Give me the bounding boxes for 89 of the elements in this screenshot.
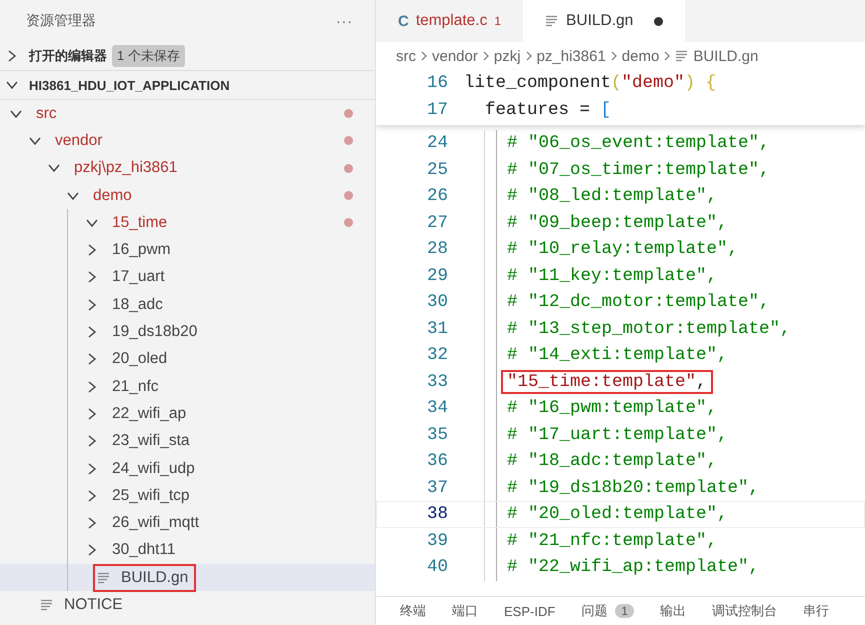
line-number: 24 — [426, 133, 449, 154]
folder-item[interactable]: 17_uart — [108, 265, 169, 290]
line-number: 17 — [426, 100, 449, 120]
chevron-right-icon — [524, 50, 533, 62]
c-file-icon: C — [398, 12, 409, 30]
line-number: 30 — [426, 292, 449, 312]
chevron-right-icon — [663, 50, 672, 62]
code-line: # "16_pwm:template", — [507, 398, 718, 418]
folder-item[interactable]: 19_ds18b20 — [108, 320, 202, 344]
problem-count: 1 — [615, 604, 634, 618]
file-item[interactable]: NOTICE — [60, 593, 127, 617]
folder-item[interactable]: 15_time — [108, 210, 172, 235]
code-line: lite_component("demo") { — [464, 73, 716, 94]
more-actions-button[interactable]: ··· — [336, 13, 353, 29]
breadcrumb-item[interactable]: src — [396, 48, 416, 64]
code-line: # "08_led:template", — [507, 186, 718, 206]
text-file-icon — [545, 14, 560, 28]
code-line: # "17_uart:template", — [507, 424, 728, 445]
project-header[interactable]: HI3861_HDU_IOT_APPLICATION — [29, 78, 230, 92]
code-line: # "11_key:template", — [507, 266, 718, 286]
folder-item[interactable]: 23_wifi_sta — [108, 429, 194, 454]
code-line: # "06_os_event:template", — [507, 133, 770, 154]
panel-tab[interactable]: 问题 1 — [581, 602, 634, 620]
line-number: 40 — [426, 557, 449, 578]
line-number: 38 — [426, 504, 449, 524]
panel-tab[interactable]: 串行 — [802, 602, 829, 620]
problem-count: 1 — [494, 14, 502, 28]
line-number: 28 — [426, 239, 449, 260]
code-line: # "19_ds18b20:template", — [507, 478, 760, 498]
line-number: 16 — [426, 73, 449, 94]
folder-item[interactable]: src — [32, 102, 61, 126]
folder-item[interactable]: 25_wifi_tcp — [108, 484, 194, 508]
code-line: # "10_relay:template", — [507, 239, 738, 260]
folder-item[interactable]: 30_dht11 — [108, 538, 180, 562]
code-line: # "18_adc:template", — [507, 451, 718, 472]
line-number: 29 — [426, 266, 449, 286]
folder-item[interactable]: pzkj\pz_hi3861 — [70, 156, 182, 180]
code-line: # "07_os_timer:template", — [507, 160, 770, 180]
explorer-title: 资源管理器 — [26, 12, 96, 30]
folder-item[interactable]: 21_nfc — [108, 374, 163, 399]
line-number: 34 — [426, 398, 449, 418]
panel-tab[interactable]: 输出 — [660, 602, 686, 620]
tab-label: BUILD.gn — [566, 12, 634, 30]
panel-tab[interactable]: 端口 — [452, 602, 478, 620]
editor-tab[interactable]: C template.c 1 — [376, 0, 524, 42]
folder-item[interactable]: demo — [89, 184, 136, 208]
folder-item[interactable]: 22_wifi_ap — [108, 402, 190, 426]
code-line: # "13_step_motor:template", — [507, 318, 791, 339]
panel-tab[interactable]: 调试控制台 — [712, 602, 777, 620]
line-number: 31 — [426, 318, 449, 339]
breadcrumb-item[interactable]: vendor — [432, 48, 478, 64]
line-number: 36 — [426, 451, 449, 472]
code-line: # "20_oled:template", — [507, 504, 728, 524]
breadcrumb-item[interactable]: BUILD.gn — [693, 48, 758, 64]
code-line: # "22_wifi_ap:template", — [507, 557, 760, 578]
code-line: features = [ — [484, 100, 612, 120]
code-line: # "09_beep:template", — [507, 212, 728, 233]
text-file-icon — [40, 598, 54, 612]
breadcrumb-item[interactable]: pz_hi3861 — [536, 48, 606, 64]
line-number: 26 — [426, 186, 449, 206]
code-line: # "14_exti:template", — [507, 345, 728, 366]
line-number: 27 — [426, 212, 449, 233]
folder-item[interactable]: 16_pwm — [108, 238, 175, 262]
text-file-icon — [97, 570, 111, 585]
panel-tab[interactable]: ESP-IDF — [504, 604, 556, 618]
folder-item[interactable]: 26_wifi_mqtt — [108, 511, 204, 536]
chevron-right-icon — [420, 50, 428, 62]
open-editors-header[interactable]: 打开的编辑器 — [29, 47, 107, 65]
folder-item[interactable]: 20_oled — [108, 347, 172, 372]
code-line: # "12_dc_motor:template", — [507, 292, 770, 312]
line-number: 39 — [426, 530, 449, 551]
unsaved-badge: 1 个未保存 — [112, 45, 185, 67]
line-number: 32 — [426, 345, 449, 366]
tab-label: template.c — [416, 12, 488, 30]
folder-item[interactable]: vendor — [51, 128, 106, 153]
line-number: 33 — [426, 372, 449, 392]
chevron-right-icon — [610, 50, 618, 62]
folder-item[interactable]: 18_adc — [108, 292, 167, 317]
editor-tab[interactable]: BUILD.gn — [523, 0, 686, 42]
code-line: # "21_nfc:template", — [507, 530, 718, 551]
breadcrumb-item[interactable]: pzkj — [494, 48, 521, 64]
line-number: 37 — [426, 478, 449, 498]
breadcrumb-item[interactable]: demo — [622, 48, 660, 64]
line-number: 25 — [426, 160, 449, 180]
panel-tab[interactable]: 终端 — [400, 602, 426, 620]
chevron-right-icon — [482, 50, 490, 62]
line-number: 35 — [426, 424, 449, 445]
text-file-icon — [675, 49, 690, 63]
folder-item[interactable]: 24_wifi_udp — [108, 456, 199, 481]
